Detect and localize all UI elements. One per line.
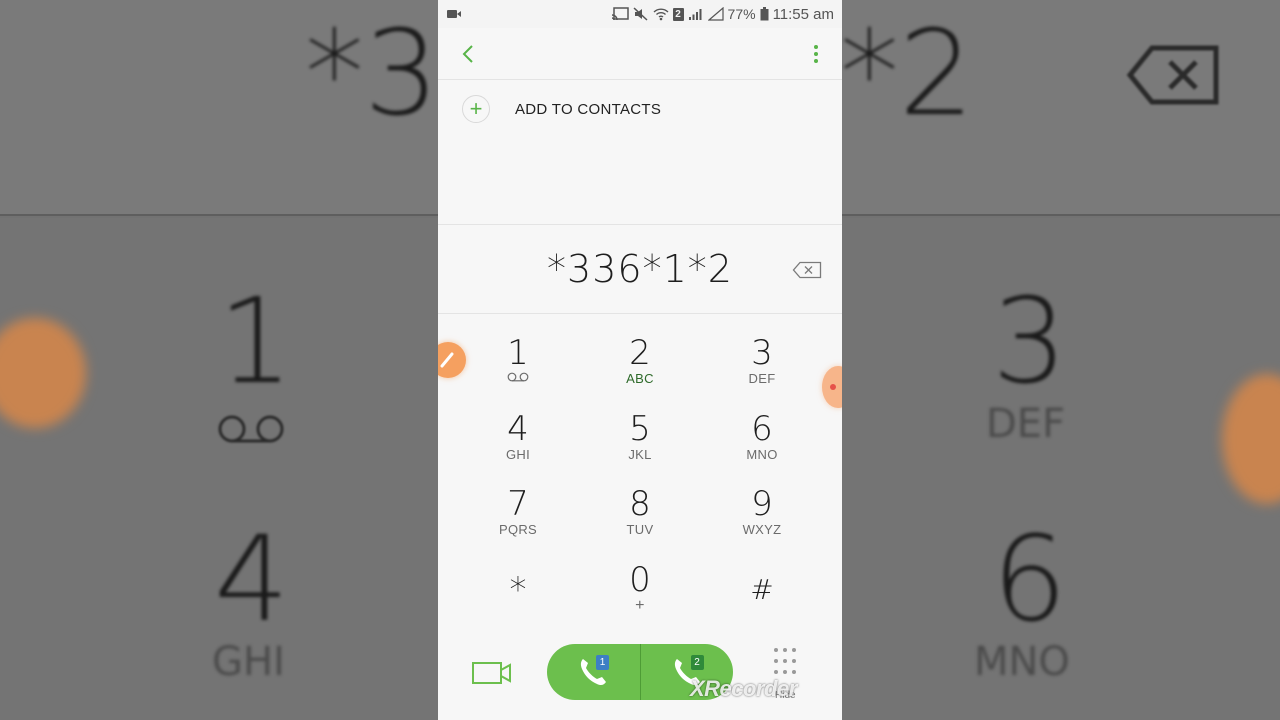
background-letters-mno: MNO — [974, 639, 1070, 685]
key-0[interactable]: 0 + — [579, 561, 701, 641]
background-letters-ghi: GHI — [212, 639, 285, 685]
key-2[interactable]: 2 ABC — [579, 334, 701, 410]
key-4[interactable]: 4 GHI — [457, 410, 579, 485]
sim1-badge: 1 — [596, 655, 609, 670]
key-6[interactable]: 6 MNO — [701, 410, 823, 485]
phone-screen: 2 77% 11:55 am + ADD TO CONTACTS *336*1*… — [438, 0, 842, 720]
key-6-digit: 6 — [751, 409, 773, 449]
background-number-right: *2 — [840, 4, 975, 142]
key-7-digit: 7 — [507, 484, 529, 524]
background-backspace-icon — [1126, 45, 1219, 105]
screen-record-icon — [447, 10, 461, 18]
key-2-digit: 2 — [629, 333, 651, 373]
background-digit-1: 1 — [218, 272, 294, 410]
suggestion-area — [438, 138, 842, 225]
key-8[interactable]: 8 TUV — [579, 485, 701, 561]
status-right: 2 77% 11:55 am — [611, 6, 834, 23]
floating-record-button[interactable] — [822, 366, 842, 408]
sim2-badge: 2 — [690, 655, 704, 670]
key-3-digit: 3 — [751, 333, 773, 373]
cast-icon — [611, 7, 629, 21]
key-5-digit: 5 — [629, 409, 651, 449]
key-0-letters: + — [635, 597, 645, 614]
background-number-left: *3 — [305, 4, 440, 142]
more-vert-icon[interactable] — [810, 41, 822, 67]
key-3-letters: DEF — [748, 371, 776, 386]
key-9-letters: WXYZ — [742, 522, 782, 537]
dial-pad: 1 2 ABC 3 DEF 4 GHI 5 JKL 6 MNO 7 PQRS 8… — [438, 314, 842, 641]
key-7[interactable]: 7 PQRS — [457, 485, 579, 561]
recorder-watermark: XRecorder — [690, 676, 797, 701]
call-sim1-button[interactable]: 1 — [547, 644, 640, 700]
background-letters-def: DEF — [986, 401, 1066, 447]
key-9[interactable]: 9 WXYZ — [701, 485, 823, 561]
key-4-digit: 4 — [507, 409, 529, 449]
clock: 11:55 am — [772, 5, 834, 23]
key-6-letters: MNO — [746, 447, 778, 462]
background-voicemail-icon — [218, 415, 284, 443]
floating-edit-button[interactable] — [438, 342, 466, 378]
key-0-digit: 0 — [629, 560, 651, 600]
screen: *3 *2 1 4 GHI 3 DEF 6 MNO 2 77% 11:55 am… — [0, 0, 1280, 720]
battery-percent: 77% — [727, 6, 756, 22]
key-hash-digit: # — [750, 573, 774, 606]
key-7-letters: PQRS — [498, 522, 538, 537]
key-5-letters: JKL — [628, 447, 652, 462]
video-call-icon[interactable] — [472, 658, 512, 686]
key-4-letters: GHI — [505, 447, 530, 462]
record-dot-icon — [830, 384, 836, 390]
background-digit-4: 4 — [214, 510, 290, 648]
background-digit-3: 3 — [992, 272, 1068, 410]
background-digit-6: 6 — [992, 510, 1068, 648]
signal-icon-2 — [707, 7, 724, 21]
add-to-contacts-button[interactable]: + ADD TO CONTACTS — [438, 80, 842, 138]
toolbar — [438, 28, 842, 80]
number-display: *336*1*2 — [438, 225, 842, 314]
key-hash[interactable]: # — [701, 561, 823, 641]
key-5[interactable]: 5 JKL — [579, 410, 701, 485]
key-8-letters: TUV — [626, 522, 654, 537]
backspace-icon[interactable] — [792, 261, 822, 279]
wifi-icon — [653, 8, 669, 21]
battery-icon — [760, 7, 769, 21]
plus-icon: + — [462, 95, 490, 123]
chevron-left-icon[interactable] — [460, 43, 474, 65]
key-1-digit: 1 — [507, 333, 529, 373]
add-to-contacts-label: ADD TO CONTACTS — [515, 100, 662, 118]
call-bar: 1 2 Hide XRecorder — [438, 644, 842, 702]
mute-icon — [633, 7, 648, 21]
key-3[interactable]: 3 DEF — [701, 334, 823, 410]
key-star-digit: * — [509, 570, 527, 610]
entered-number[interactable]: *336*1*2 — [547, 247, 733, 291]
key-8-digit: 8 — [629, 484, 651, 524]
dialpad-toggle-icon[interactable] — [774, 648, 802, 676]
pencil-icon — [440, 352, 454, 368]
key-9-digit: 9 — [751, 484, 773, 524]
voicemail-icon — [507, 372, 529, 382]
signal-icon — [688, 9, 702, 20]
sim-badge: 2 — [672, 7, 684, 21]
status-left — [446, 8, 462, 20]
key-star[interactable]: * — [457, 561, 579, 641]
key-1[interactable]: 1 — [457, 334, 579, 410]
status-bar: 2 77% 11:55 am — [438, 0, 842, 28]
key-2-letters: ABC — [626, 371, 654, 386]
